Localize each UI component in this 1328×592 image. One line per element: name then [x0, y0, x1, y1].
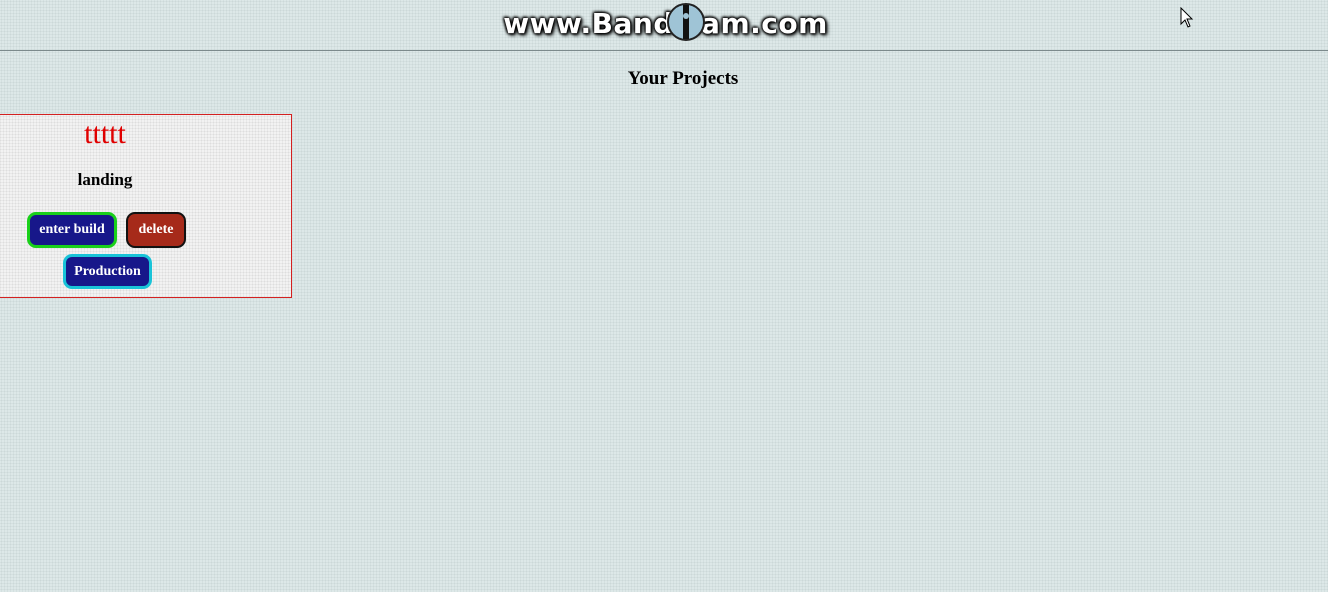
top-bar: www.Bandicam.com	[0, 0, 1328, 51]
project-card: ttttt landing enter build delete Product…	[0, 114, 292, 298]
production-button[interactable]: Production	[63, 254, 152, 289]
page-title: Your Projects	[627, 68, 739, 89]
project-name: ttttt	[84, 117, 126, 150]
mouse-pointer-icon	[1180, 6, 1194, 29]
bandicam-watermark: www.Bandicam.com	[503, 2, 828, 46]
delete-button[interactable]: delete	[126, 212, 186, 248]
project-type: landing	[77, 170, 133, 189]
enter-build-button[interactable]: enter build	[27, 212, 117, 248]
bandicam-logo-icon	[666, 2, 706, 42]
